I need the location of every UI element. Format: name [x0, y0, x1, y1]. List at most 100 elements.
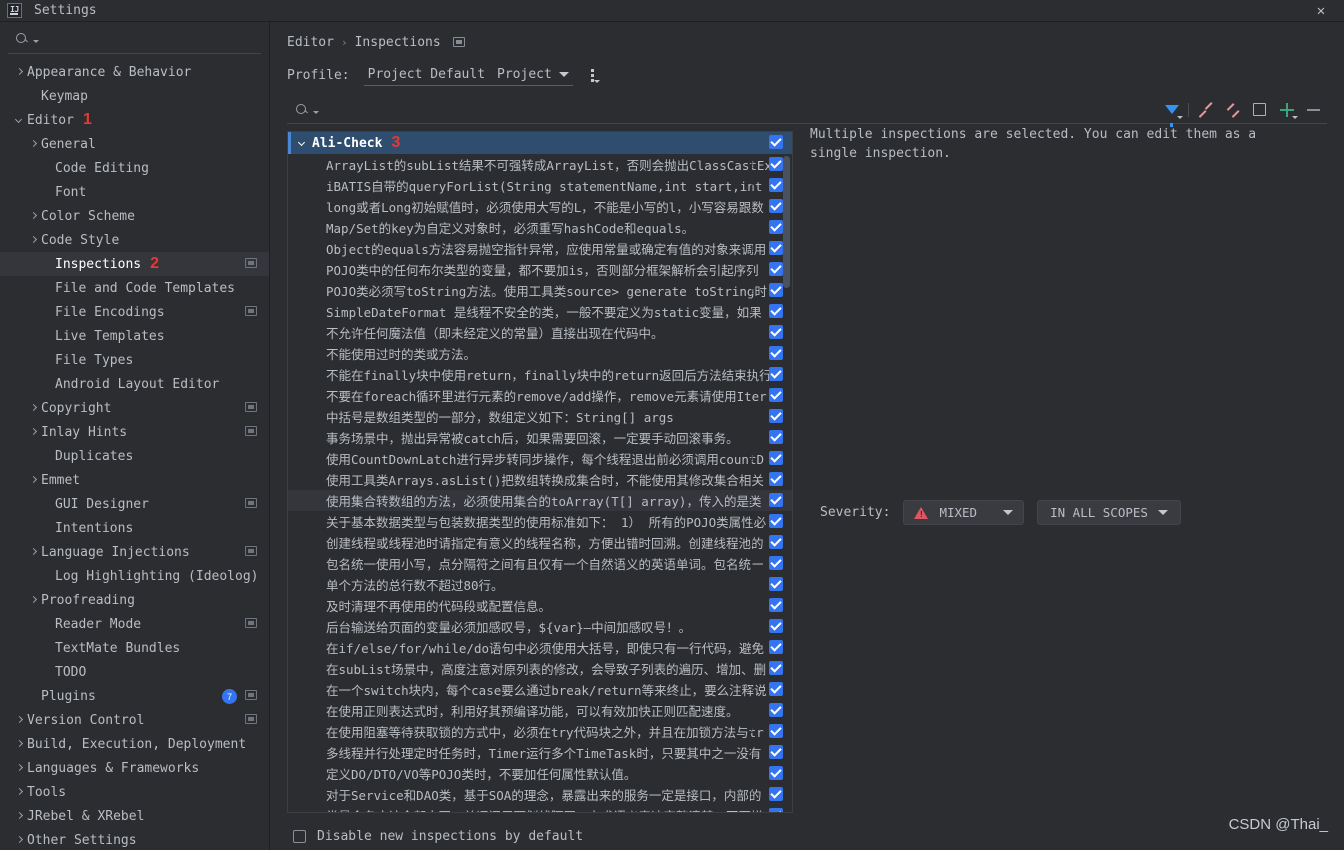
collapse-all-icon[interactable] [1219, 98, 1246, 122]
sidebar-item-inspections[interactable]: Inspections2 [0, 252, 269, 276]
chevron-right-icon[interactable] [28, 547, 39, 558]
sidebar-item-inlay-hints[interactable]: Inlay Hints [0, 420, 269, 444]
scope-select[interactable]: IN ALL SCOPES [1037, 500, 1181, 525]
sidebar-item-file-types[interactable]: File Types [0, 348, 269, 372]
sidebar-item-live-templates[interactable]: Live Templates [0, 324, 269, 348]
chevron-right-icon[interactable] [14, 763, 25, 774]
chevron-right-icon[interactable] [28, 139, 39, 150]
inspection-row[interactable]: 在使用正则表达式时，利用好其预编译功能，可以有效加快正则匹配速度。 [288, 700, 792, 721]
inspection-checkbox[interactable] [769, 577, 783, 591]
inspection-row[interactable]: 关于基本数据类型与包装数据类型的使用标准如下： 1） 所有的POJO类属性必 [288, 511, 792, 532]
reset-icon[interactable] [1246, 98, 1273, 122]
inspection-row[interactable]: Object的equals方法容易抛空指针异常，应使用常量或确定有值的对象来调用 [288, 238, 792, 259]
inspection-row[interactable]: 使用工具类Arrays.asList()把数组转换成集合时，不能使用其修改集合相… [288, 469, 792, 490]
inspection-checkbox[interactable] [769, 493, 783, 507]
inspection-row[interactable]: 对于Service和DAO类，基于SOA的理念，暴露出来的服务一定是接口，内部的 [288, 784, 792, 805]
inspection-row[interactable]: 使用CountDownLatch进行异步转同步操作，每个线程退出前必须调用cou… [288, 448, 792, 469]
chevron-right-icon[interactable] [28, 475, 39, 486]
remove-icon[interactable] [1300, 98, 1327, 122]
sidebar-item-proofreading[interactable]: Proofreading [0, 588, 269, 612]
kebab-menu-icon[interactable] [591, 69, 594, 82]
inspection-checkbox[interactable] [769, 787, 783, 801]
sidebar-item-copyright[interactable]: Copyright [0, 396, 269, 420]
inspection-row[interactable]: 中括号是数组类型的一部分，数组定义如下：String[] args [288, 406, 792, 427]
inspection-checkbox[interactable] [769, 199, 783, 213]
severity-select[interactable]: MIXED [903, 500, 1024, 525]
chevron-right-icon[interactable] [28, 211, 39, 222]
inspection-row[interactable]: long或者Long初始赋值时，必须使用大写的L，不能是小写的l，小写容易跟数 [288, 196, 792, 217]
sidebar-item-code-style[interactable]: Code Style [0, 228, 269, 252]
inspection-checkbox[interactable] [769, 430, 783, 444]
inspection-row[interactable]: 事务场景中，抛出异常被catch后，如果需要回滚，一定要手动回滚事务。 [288, 427, 792, 448]
sidebar-item-editor[interactable]: Editor1 [0, 108, 269, 132]
sidebar-item-tools[interactable]: Tools [0, 780, 269, 804]
chevron-right-icon[interactable] [28, 403, 39, 414]
inspection-checkbox[interactable] [769, 535, 783, 549]
sidebar-item-code-editing[interactable]: Code Editing [0, 156, 269, 180]
chevron-right-icon[interactable] [14, 835, 25, 846]
inspection-row[interactable]: 不能在finally块中使用return，finally块中的return返回后… [288, 364, 792, 385]
profile-select[interactable]: Project Default Project [364, 64, 573, 86]
sidebar-item-languages-frameworks[interactable]: Languages & Frameworks [0, 756, 269, 780]
sidebar-item-todo[interactable]: TODO [0, 660, 269, 684]
inspection-checkbox[interactable] [769, 472, 783, 486]
inspection-row[interactable]: POJO类中的任何布尔类型的变量，都不要加is，否则部分框架解析会引起序列 [288, 259, 792, 280]
inspection-row[interactable]: 常量命名应该全部大写，单词间用下划线隔开，力求语义表达完整清楚，不要嫌 [288, 805, 792, 813]
inspection-checkbox[interactable] [769, 283, 783, 297]
inspection-row[interactable]: 在一个switch块内，每个case要么通过break/return等来终止，要… [288, 679, 792, 700]
inspection-checkbox[interactable] [769, 325, 783, 339]
inspection-group-checkbox[interactable] [769, 135, 783, 149]
inspection-checkbox[interactable] [769, 682, 783, 696]
expand-all-icon[interactable] [1192, 98, 1219, 122]
sidebar-item-jrebel-xrebel[interactable]: JRebel & XRebel [0, 804, 269, 828]
inspection-checkbox[interactable] [769, 556, 783, 570]
sidebar-item-other-settings[interactable]: Other Settings [0, 828, 269, 850]
sidebar-item-android-layout-editor[interactable]: Android Layout Editor [0, 372, 269, 396]
inspection-checkbox[interactable] [769, 178, 783, 192]
sidebar-item-duplicates[interactable]: Duplicates [0, 444, 269, 468]
inspection-checkbox[interactable] [769, 745, 783, 759]
inspection-row[interactable]: 不允许任何魔法值（即未经定义的常量）直接出现在代码中。 [288, 322, 792, 343]
add-icon[interactable] [1273, 98, 1300, 122]
sidebar-item-gui-designer[interactable]: GUI Designer [0, 492, 269, 516]
inspection-list[interactable]: Ali-Check 3 ArrayList的subList结果不可强转成Arra… [287, 131, 793, 813]
inspection-row[interactable]: 定义DO/DTO/VO等POJO类时，不要加任何属性默认值。 [288, 763, 792, 784]
chevron-right-icon[interactable] [28, 595, 39, 606]
inspection-checkbox[interactable] [769, 304, 783, 318]
sidebar-item-general[interactable]: General [0, 132, 269, 156]
inspection-checkbox[interactable] [769, 514, 783, 528]
chevron-right-icon[interactable] [28, 427, 39, 438]
sidebar-item-build-execution-deployment[interactable]: Build, Execution, Deployment [0, 732, 269, 756]
disable-new-inspections-checkbox[interactable] [293, 830, 306, 843]
inspection-checkbox[interactable] [769, 262, 783, 276]
sidebar-item-textmate-bundles[interactable]: TextMate Bundles [0, 636, 269, 660]
chevron-right-icon[interactable] [14, 715, 25, 726]
inspection-row[interactable]: Map/Set的key为自定义对象时，必须重写hashCode和equals。 [288, 217, 792, 238]
chevron-down-icon[interactable] [297, 138, 308, 149]
sidebar-item-reader-mode[interactable]: Reader Mode [0, 612, 269, 636]
inspection-row[interactable]: POJO类必须写toString方法。使用工具类source> generate… [288, 280, 792, 301]
inspection-row[interactable]: 多线程并行处理定时任务时，Timer运行多个TimeTask时，只要其中之一没有 [288, 742, 792, 763]
sidebar-item-language-injections[interactable]: Language Injections [0, 540, 269, 564]
inspection-row[interactable]: 在subList场景中，高度注意对原列表的修改，会导致子列表的遍历、增加、删 [288, 658, 792, 679]
chevron-right-icon[interactable] [14, 811, 25, 822]
inspection-checkbox[interactable] [769, 157, 783, 171]
sidebar-item-appearance-behavior[interactable]: Appearance & Behavior [0, 60, 269, 84]
sidebar-item-version-control[interactable]: Version Control [0, 708, 269, 732]
sidebar-item-file-and-code-templates[interactable]: File and Code Templates [0, 276, 269, 300]
inspection-row[interactable]: 及时清理不再使用的代码段或配置信息。 [288, 595, 792, 616]
sidebar-item-plugins[interactable]: Plugins7 [0, 684, 269, 708]
close-icon[interactable]: ✕ [1298, 0, 1344, 22]
filter-icon[interactable] [1158, 98, 1185, 122]
sidebar-item-intentions[interactable]: Intentions [0, 516, 269, 540]
list-scrollbar[interactable] [783, 156, 790, 288]
inspection-checkbox[interactable] [769, 241, 783, 255]
inspection-row[interactable]: 不能使用过时的类或方法。 [288, 343, 792, 364]
sidebar-item-color-scheme[interactable]: Color Scheme [0, 204, 269, 228]
inspection-row[interactable]: 在if/else/for/while/do语句中必须使用大括号，即使只有一行代码… [288, 637, 792, 658]
inspection-checkbox[interactable] [769, 367, 783, 381]
inspection-checkbox[interactable] [769, 703, 783, 717]
inspection-checkbox[interactable] [769, 619, 783, 633]
chevron-down-icon[interactable] [14, 115, 25, 126]
inspection-checkbox[interactable] [769, 346, 783, 360]
